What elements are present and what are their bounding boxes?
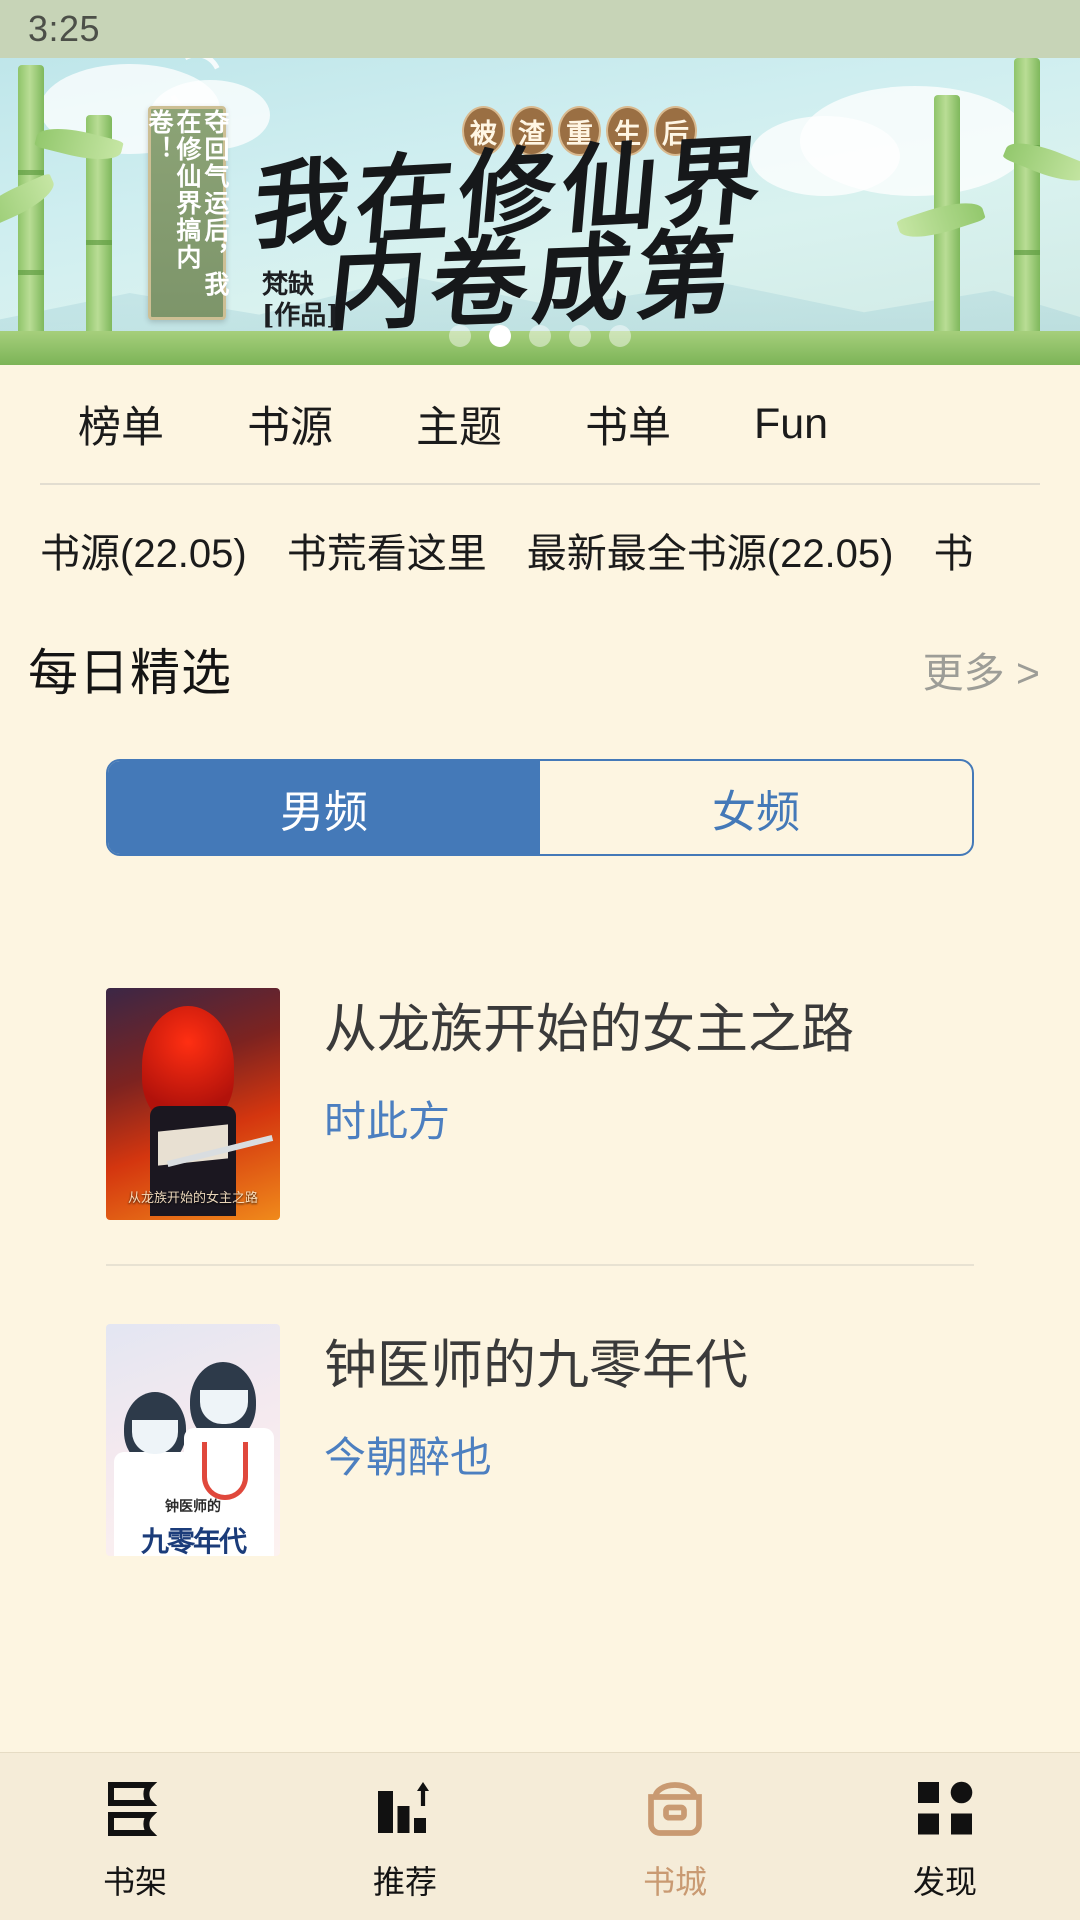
carousel-dot[interactable] bbox=[569, 325, 591, 347]
nav-item-bookshelf[interactable]: 书架 bbox=[0, 1771, 270, 1903]
tab-booklist[interactable]: 书单 bbox=[585, 393, 671, 455]
carousel-dots[interactable] bbox=[0, 325, 1080, 347]
segmented-control-wrap: 男频 女频 bbox=[0, 715, 1080, 856]
carousel-dot[interactable] bbox=[609, 325, 631, 347]
book-title[interactable]: 从龙族开始的女主之路 bbox=[324, 998, 854, 1062]
chart-bars-icon bbox=[369, 1771, 441, 1845]
book-info: 钟医师的九零年代 今朝醉也 bbox=[324, 1324, 748, 1485]
nav-item-bookstore[interactable]: 书城 bbox=[540, 1771, 810, 1903]
category-tab-bar[interactable]: 榜单 书源 主题 书单 Fun bbox=[0, 365, 1080, 483]
bookstore-icon bbox=[639, 1771, 711, 1845]
book-cover[interactable]: 钟医师的 九零年代 bbox=[106, 1324, 280, 1556]
book-info: 从龙族开始的女主之路 时此方 bbox=[324, 988, 854, 1149]
chip-newest-full-booksource[interactable]: 最新最全书源(22.05) bbox=[527, 521, 894, 579]
carousel-dot[interactable] bbox=[449, 325, 471, 347]
banner-vertical-tagline-text: 夺回气运后，我在修仙界搞内卷！ bbox=[145, 109, 229, 317]
section-more-link[interactable]: 更多 > bbox=[923, 639, 1040, 699]
banner-vertical-tagline: 夺回气运后，我在修仙界搞内卷！ bbox=[148, 106, 226, 320]
cover-art-stethoscope bbox=[202, 1442, 248, 1500]
bottom-navigation-bar[interactable]: 书架 推荐 书城 bbox=[0, 1752, 1080, 1920]
book-author[interactable]: 时此方 bbox=[324, 1088, 854, 1149]
segment-female-channel[interactable]: 女频 bbox=[540, 761, 972, 854]
book-cover[interactable]: 从龙族开始的女主之路 bbox=[106, 988, 280, 1220]
nav-item-recommend[interactable]: 推荐 bbox=[270, 1771, 540, 1903]
carousel-dot[interactable] bbox=[529, 325, 551, 347]
nav-item-discover[interactable]: 发现 bbox=[810, 1771, 1080, 1903]
bamboo-decoration-left bbox=[0, 58, 150, 365]
tab-theme[interactable]: 主题 bbox=[416, 393, 502, 455]
cover-caption-large: 九零年代 bbox=[106, 1520, 280, 1556]
chip-booksource-2205[interactable]: 书源(22.05) bbox=[40, 521, 247, 579]
status-time: 3:25 bbox=[28, 8, 100, 50]
tab-ranking[interactable]: 榜单 bbox=[78, 393, 164, 455]
chip-scroll-row[interactable]: 书源(22.05) 书荒看这里 最新最全书源(22.05) 书 bbox=[0, 485, 1080, 615]
section-title: 每日精选 bbox=[28, 633, 232, 705]
carousel-dot-active[interactable] bbox=[489, 325, 511, 347]
cover-caption: 钟医师的 bbox=[110, 1496, 276, 1516]
status-bar: 3:25 bbox=[0, 0, 1080, 58]
banner-title: 我在修仙界 内卷成第一 bbox=[255, 146, 815, 346]
book-list-item[interactable]: 钟医师的 九零年代 钟医师的九零年代 今朝醉也 bbox=[0, 1266, 1080, 1570]
book-author[interactable]: 今朝醉也 bbox=[324, 1424, 748, 1485]
cover-caption: 从龙族开始的女主之路 bbox=[110, 1187, 276, 1206]
segment-male-channel[interactable]: 男频 bbox=[108, 761, 540, 854]
banner-carousel[interactable]: 夺回气运后，我在修仙界搞内卷！ 被 渣 重 生 后 我在修仙界 内卷成第一 梵缺… bbox=[0, 58, 1080, 365]
chip-book-drought[interactable]: 书荒看这里 bbox=[287, 521, 487, 579]
bookshelf-icon bbox=[99, 1771, 171, 1845]
nav-label: 书架 bbox=[103, 1857, 167, 1903]
nav-label: 发现 bbox=[913, 1857, 977, 1903]
tab-booksource[interactable]: 书源 bbox=[247, 393, 333, 455]
grid-discover-icon bbox=[909, 1771, 981, 1845]
section-header-daily-picks: 每日精选 更多 > bbox=[0, 615, 1080, 715]
nav-label: 书城 bbox=[643, 1857, 707, 1903]
book-title[interactable]: 钟医师的九零年代 bbox=[324, 1334, 748, 1398]
book-list: 从龙族开始的女主之路 从龙族开始的女主之路 时此方 钟医师的 九零年代 钟医师的… bbox=[0, 856, 1080, 1570]
banner-author-block: 梵缺 [作品] bbox=[262, 270, 339, 331]
gender-channel-segmented[interactable]: 男频 女频 bbox=[106, 759, 974, 856]
nav-label: 推荐 bbox=[373, 1857, 437, 1903]
bamboo-decoration-right bbox=[880, 58, 1080, 365]
banner-author-name: 梵缺 bbox=[262, 270, 339, 301]
chip-truncated[interactable]: 书 bbox=[934, 521, 974, 579]
book-list-item[interactable]: 从龙族开始的女主之路 从龙族开始的女主之路 时此方 bbox=[0, 974, 1080, 1234]
tab-fun[interactable]: Fun bbox=[754, 400, 828, 449]
